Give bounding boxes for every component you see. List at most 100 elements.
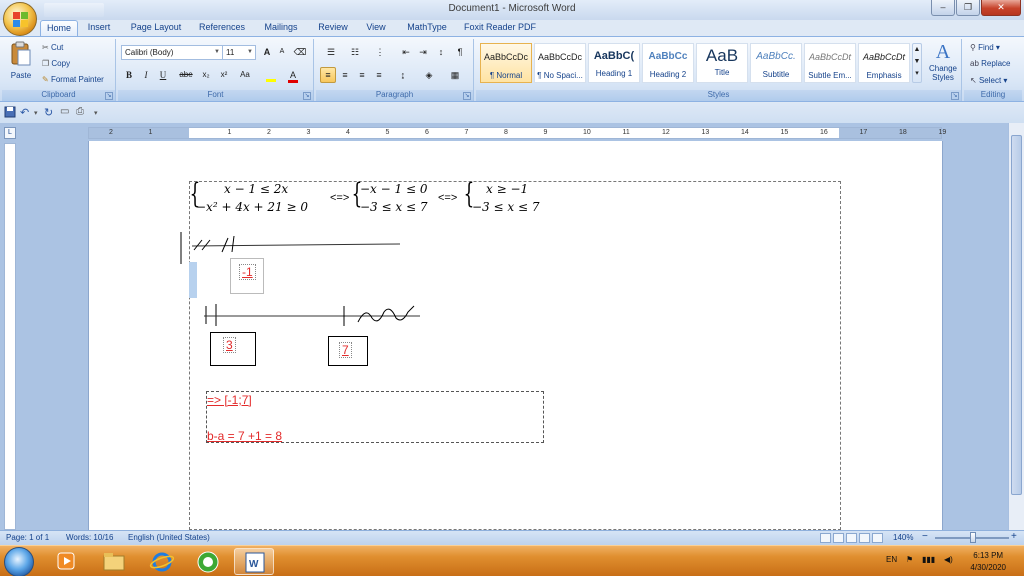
web-layout-icon[interactable] bbox=[846, 533, 857, 543]
customize-qat-icon[interactable]: ▾ bbox=[94, 109, 108, 123]
change-case-button[interactable]: Aa bbox=[236, 67, 254, 83]
equation-system-3-line-2[interactable]: −3 ≤ x ≤ 7 bbox=[472, 200, 539, 214]
superscript-button[interactable]: x² bbox=[216, 67, 232, 83]
dialog-launcher-icon[interactable]: ↘ bbox=[463, 92, 471, 100]
coccoc-browser-icon[interactable] bbox=[188, 548, 228, 575]
text-box-7[interactable]: 7 bbox=[328, 336, 368, 366]
font-color-icon[interactable]: A bbox=[284, 67, 302, 83]
tab-references[interactable]: References bbox=[196, 20, 248, 36]
clear-formatting-icon[interactable]: ⌫ bbox=[292, 44, 308, 60]
tab-mailings[interactable]: Mailings bbox=[258, 20, 304, 36]
align-right-icon[interactable]: ≡ bbox=[354, 67, 370, 83]
minimize-button[interactable]: – bbox=[931, 0, 955, 16]
dialog-launcher-icon[interactable]: ↘ bbox=[951, 92, 959, 100]
style-no-spacing[interactable]: AaBbCcDc ¶ No Spaci... bbox=[534, 43, 586, 83]
font-size-combo[interactable]: 11 ▼ bbox=[222, 45, 256, 60]
decrease-indent-icon[interactable]: ⇤ bbox=[398, 44, 414, 60]
change-styles-button[interactable]: A Change Styles bbox=[926, 41, 960, 82]
replace-button[interactable]: ab Replace bbox=[970, 59, 1011, 68]
equation-system-1-line-1[interactable]: x − 1 ≤ 2x bbox=[224, 182, 288, 196]
undo-icon[interactable]: ↶ bbox=[20, 106, 34, 120]
style-heading-2[interactable]: AaBbCc Heading 2 bbox=[642, 43, 694, 83]
shading-icon[interactable]: ◈ bbox=[418, 67, 440, 83]
answer-box[interactable]: => [-1;7] b-a = 7 +1 = 8 bbox=[206, 391, 544, 443]
format-painter-button[interactable]: ✎ Format Painter bbox=[42, 75, 104, 84]
justify-icon[interactable]: ≡ bbox=[371, 67, 387, 83]
find-button[interactable]: ⚲ Find ▾ bbox=[970, 43, 1000, 52]
paste-button[interactable]: Paste bbox=[6, 41, 36, 85]
media-player-icon[interactable] bbox=[46, 548, 86, 575]
grow-font-button[interactable]: A bbox=[260, 44, 274, 60]
align-left-icon[interactable]: ≡ bbox=[320, 67, 336, 83]
increase-indent-icon[interactable]: ⇥ bbox=[415, 44, 431, 60]
style-subtle-emphasis[interactable]: AaBbCcDt Subtle Em... bbox=[804, 43, 856, 83]
language-indicator[interactable]: English (United States) bbox=[128, 533, 210, 542]
shrink-font-button[interactable]: A bbox=[275, 44, 289, 60]
borders-icon[interactable]: ▦ bbox=[444, 67, 466, 83]
strikethrough-button[interactable]: abe bbox=[176, 67, 196, 83]
style-emphasis[interactable]: AaBbCcDt Emphasis bbox=[858, 43, 910, 83]
page-count[interactable]: Page: 1 of 1 bbox=[6, 533, 49, 542]
language-tray[interactable]: EN bbox=[886, 555, 897, 564]
file-explorer-icon[interactable] bbox=[94, 548, 134, 575]
highlight-icon[interactable] bbox=[262, 67, 280, 83]
copy-button[interactable]: ❐ Copy bbox=[42, 59, 70, 68]
text-box-neg1[interactable]: -1 bbox=[230, 258, 264, 294]
zoom-level[interactable]: 140% bbox=[893, 533, 913, 542]
equation-system-2-line-2[interactable]: −3 ≤ x ≤ 7 bbox=[360, 200, 427, 214]
close-button[interactable]: ✕ bbox=[981, 0, 1021, 16]
font-name-combo[interactable]: Calibri (Body) ▼ bbox=[121, 45, 223, 60]
redo-icon[interactable]: ↻ bbox=[44, 106, 58, 120]
sort-icon[interactable]: ↕ bbox=[433, 44, 449, 60]
print-layout-icon[interactable] bbox=[820, 533, 831, 543]
draft-icon[interactable] bbox=[872, 533, 883, 543]
dialog-launcher-icon[interactable]: ↘ bbox=[105, 92, 113, 100]
align-center-icon[interactable]: ≡ bbox=[337, 67, 353, 83]
document-page[interactable]: { x − 1 ≤ 2x −x² + 4x + 21 ≥ 0 <=> { −x … bbox=[88, 141, 943, 530]
word-taskbar-icon[interactable]: W bbox=[234, 548, 274, 575]
equation-system-2-line-1[interactable]: −x − 1 ≤ 0 bbox=[360, 182, 427, 196]
text-box-3[interactable]: 3 bbox=[210, 332, 256, 366]
new-document-icon[interactable]: ▭ bbox=[60, 106, 74, 120]
flag-icon[interactable]: ⚑ bbox=[906, 555, 913, 564]
line-spacing-icon[interactable]: ↨ bbox=[392, 67, 414, 83]
style-subtitle[interactable]: AaBbCc. Subtitle bbox=[750, 43, 802, 83]
italic-button[interactable]: I bbox=[139, 67, 153, 83]
start-button[interactable] bbox=[4, 547, 34, 576]
show-hide-button[interactable]: ¶ bbox=[452, 44, 468, 60]
equation-system-1-line-2[interactable]: −x² + 4x + 21 ≥ 0 bbox=[196, 200, 308, 214]
bullets-icon[interactable]: ☰ bbox=[320, 44, 342, 60]
tab-foxit-reader-pdf[interactable]: Foxit Reader PDF bbox=[463, 20, 537, 36]
signal-icon[interactable]: ▮▮▮ bbox=[922, 555, 935, 564]
subscript-button[interactable]: x₂ bbox=[198, 67, 214, 83]
style-title[interactable]: AaB Title bbox=[696, 43, 748, 83]
tab-page-layout[interactable]: Page Layout bbox=[127, 20, 185, 36]
scrollbar-thumb[interactable] bbox=[1011, 135, 1022, 495]
print-preview-icon[interactable]: ⎙ bbox=[76, 106, 90, 120]
vertical-ruler[interactable] bbox=[4, 143, 16, 530]
horizontal-ruler[interactable]: 2 1 1 2 3 4 5 6 7 8 9 10 11 12 13 14 15 16 17 18 19 bbox=[88, 127, 946, 139]
word-count[interactable]: Words: 10/16 bbox=[66, 533, 113, 542]
tab-insert[interactable]: Insert bbox=[82, 20, 116, 36]
underline-button[interactable]: U bbox=[156, 67, 170, 83]
tab-mathtype[interactable]: MathType bbox=[402, 20, 452, 36]
zoom-slider-thumb[interactable] bbox=[970, 532, 976, 543]
bold-button[interactable]: B bbox=[122, 67, 136, 83]
full-screen-reading-icon[interactable] bbox=[833, 533, 844, 543]
zoom-in-button[interactable]: + bbox=[1011, 531, 1017, 542]
styles-scroll-icon[interactable]: ▲ ▼ ▾ bbox=[912, 43, 922, 83]
office-button[interactable] bbox=[3, 2, 37, 36]
style-normal[interactable]: AaBbCcDc ¶ Normal bbox=[480, 43, 532, 83]
internet-explorer-icon[interactable] bbox=[142, 548, 182, 575]
restore-button[interactable]: ❐ bbox=[956, 0, 980, 16]
numbering-icon[interactable]: ☷ bbox=[344, 44, 366, 60]
outline-icon[interactable] bbox=[859, 533, 870, 543]
volume-icon[interactable]: ◀) bbox=[944, 555, 953, 564]
save-icon[interactable] bbox=[4, 106, 18, 120]
equation-system-3-line-1[interactable]: x ≥ −1 bbox=[486, 182, 528, 196]
vertical-scrollbar[interactable] bbox=[1008, 123, 1024, 530]
clock[interactable]: 6:13 PM 4/30/2020 bbox=[970, 550, 1006, 574]
dialog-launcher-icon[interactable]: ↘ bbox=[303, 92, 311, 100]
tab-review[interactable]: Review bbox=[314, 20, 352, 36]
multilevel-list-icon[interactable]: ⋮ bbox=[368, 44, 392, 60]
